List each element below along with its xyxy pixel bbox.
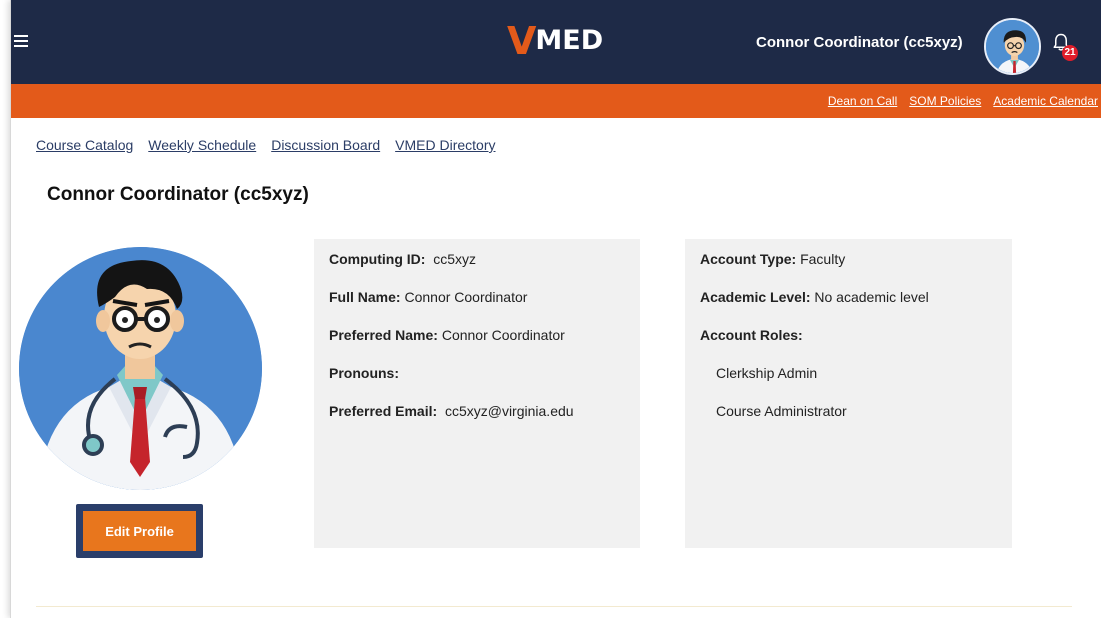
role-item: Clerkship Admin <box>716 365 818 381</box>
account-info-panel: Account Type: Faculty Academic Level: No… <box>685 239 1012 548</box>
academic-level-label: Academic Level: <box>700 289 811 305</box>
full-name-value: Connor Coordinator <box>404 289 528 305</box>
personal-info-panel: Computing ID: cc5xyz Full Name: Connor C… <box>314 239 640 548</box>
section-divider <box>36 606 1072 607</box>
account-type-row: Account Type: Faculty <box>700 249 997 287</box>
app-window: V MED Connor Coordinator (cc5xyz) 21 Dea… <box>10 0 1101 618</box>
top-header: V MED Connor Coordinator (cc5xyz) 21 <box>11 0 1101 84</box>
quick-links: Dean on Call SOM Policies Academic Calen… <box>828 94 1098 108</box>
academic-calendar-link[interactable]: Academic Calendar <box>993 94 1098 108</box>
logo-v-letter: V <box>507 19 536 63</box>
computing-id-label: Computing ID: <box>329 251 426 267</box>
current-user-name[interactable]: Connor Coordinator (cc5xyz) <box>756 34 963 51</box>
logo-text: MED <box>535 25 604 56</box>
page-nav: Course Catalog Weekly Schedule Discussio… <box>36 137 496 153</box>
computing-id-row: Computing ID: cc5xyz <box>329 249 625 287</box>
weekly-schedule-link[interactable]: Weekly Schedule <box>148 137 256 153</box>
academic-level-value: No academic level <box>814 289 929 305</box>
doctor-avatar-icon <box>986 20 1039 73</box>
secondary-header: Dean on Call SOM Policies Academic Calen… <box>11 84 1101 118</box>
preferred-email-value: cc5xyz@virginia.edu <box>444 403 574 419</box>
profile-picture <box>19 247 262 490</box>
dean-on-call-link[interactable]: Dean on Call <box>828 94 897 108</box>
full-name-row: Full Name: Connor Coordinator <box>329 287 625 325</box>
notifications-bell[interactable]: 21 <box>1048 30 1078 61</box>
account-roles-label: Account Roles: <box>700 327 803 343</box>
account-type-value: Faculty <box>800 251 846 267</box>
user-avatar[interactable] <box>984 18 1041 75</box>
account-type-label: Account Type: <box>700 251 797 267</box>
vmed-logo[interactable]: V MED <box>507 20 603 60</box>
edit-profile-wrapper: Edit Profile <box>76 504 203 558</box>
account-roles-row: Account Roles: <box>700 325 997 363</box>
computing-id-value: cc5xyz <box>433 251 476 267</box>
som-policies-link[interactable]: SOM Policies <box>909 94 981 108</box>
edit-profile-button[interactable]: Edit Profile <box>83 511 196 551</box>
preferred-name-label: Preferred Name: <box>329 327 438 343</box>
discussion-board-link[interactable]: Discussion Board <box>271 137 380 153</box>
role-item: Course Administrator <box>716 403 847 419</box>
pronouns-row: Pronouns: <box>329 363 625 401</box>
preferred-email-label: Preferred Email: <box>329 403 438 419</box>
vmed-directory-link[interactable]: VMED Directory <box>395 137 495 153</box>
preferred-name-row: Preferred Name: Connor Coordinator <box>329 325 625 363</box>
preferred-name-value: Connor Coordinator <box>441 327 565 343</box>
full-name-label: Full Name: <box>329 289 401 305</box>
pronouns-label: Pronouns: <box>329 365 399 381</box>
academic-level-row: Academic Level: No academic level <box>700 287 997 325</box>
preferred-email-row: Preferred Email: cc5xyz@virginia.edu <box>329 401 625 439</box>
hamburger-menu-icon[interactable] <box>14 35 28 47</box>
doctor-portrait-icon <box>19 247 262 490</box>
course-catalog-link[interactable]: Course Catalog <box>36 137 133 153</box>
page-title: Connor Coordinator (cc5xyz) <box>47 184 309 205</box>
notification-count-badge: 21 <box>1062 45 1078 61</box>
